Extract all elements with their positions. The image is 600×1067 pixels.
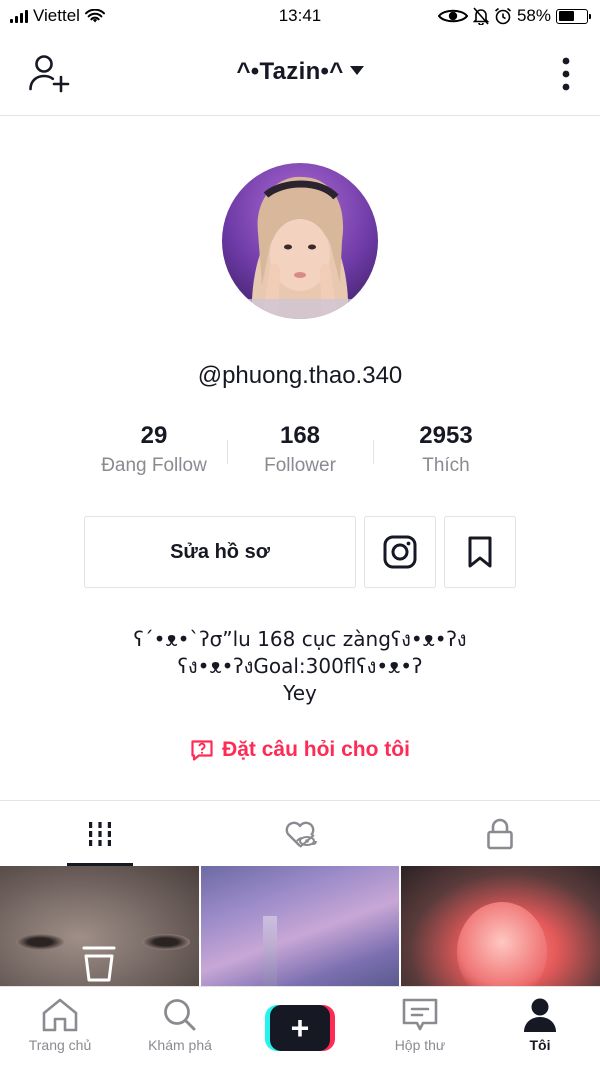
thumbnail-detail — [457, 902, 548, 986]
nav-create[interactable]: + — [240, 987, 360, 1067]
bio-line-3: Yey — [283, 681, 317, 705]
profile-stats: 29 Đang Follow 168 Follower 2953 Thích — [81, 420, 519, 486]
username: @phuong.thao.340 — [197, 362, 403, 389]
thumbnail-detail — [262, 916, 277, 986]
bio-line-2: ʕง•ᴥ•ʔงGoal:300flʕง•ᴥ•ʔ — [177, 654, 423, 678]
tab-videos[interactable] — [0, 801, 200, 866]
edit-profile-button[interactable]: Sửa hồ sơ — [84, 516, 356, 588]
profile-header: ^•Tazin•^ — [0, 32, 600, 116]
inbox-icon — [402, 998, 438, 1031]
private-lock-icon — [487, 818, 513, 849]
instagram-button[interactable] — [364, 516, 436, 588]
status-right: 58% — [437, 6, 591, 26]
instagram-icon — [383, 535, 417, 569]
create-plus-icon: + — [265, 1005, 335, 1051]
nav-home-label: Trang chủ — [28, 1037, 92, 1053]
draft-tray-icon — [82, 946, 116, 982]
battery-icon — [556, 8, 591, 24]
video-thumbnail-3[interactable] — [401, 866, 600, 986]
alarm-icon — [494, 7, 511, 25]
battery-fill — [558, 11, 575, 21]
stat-followers[interactable]: 168 Follower — [227, 420, 373, 486]
avatar[interactable] — [222, 163, 378, 319]
nav-home[interactable]: Trang chủ — [0, 987, 120, 1067]
search-icon — [164, 999, 196, 1031]
nav-discover[interactable]: Khám phá — [120, 987, 240, 1067]
status-bar: Viettel 13:41 58% — [0, 0, 600, 32]
account-name: ^•Tazin•^ — [236, 58, 344, 85]
account-switcher[interactable]: ^•Tazin•^ — [0, 58, 600, 86]
liked-hidden-icon — [285, 821, 317, 848]
bookmark-icon — [468, 536, 492, 568]
signal-icon — [10, 9, 28, 23]
mute-bell-icon — [472, 7, 489, 25]
nav-profile-label: Tôi — [529, 1037, 551, 1053]
followers-count: 168 — [279, 422, 321, 449]
stat-likes[interactable]: 2953 Thích — [373, 420, 519, 486]
ask-question-button[interactable]: Đặt câu hỏi cho tôi — [0, 738, 600, 762]
profile-icon — [524, 998, 556, 1032]
videos-grid-icon — [89, 821, 111, 846]
chevron-down-icon — [349, 66, 364, 76]
thumbnail-detail — [16, 934, 64, 950]
followers-label: Follower — [264, 455, 336, 476]
question-bubble-icon — [191, 740, 213, 761]
stat-following[interactable]: 29 Đang Follow — [81, 420, 227, 486]
wifi-icon — [84, 8, 105, 22]
nav-profile[interactable]: Tôi — [480, 987, 600, 1067]
status-left: Viettel — [10, 6, 105, 26]
profile-bio: ʕ´•ᴥ•`ʔσ”lu 168 cục zàngʕง•ᴥ•ʔง ʕง•ᴥ•ʔงG… — [0, 626, 600, 707]
tab-liked[interactable] — [200, 801, 400, 866]
more-options-icon[interactable] — [560, 56, 572, 92]
likes-label: Thích — [422, 455, 470, 476]
following-count: 29 — [140, 422, 168, 449]
ask-question-label: Đặt câu hỏi cho tôi — [222, 738, 410, 761]
bio-line-1: ʕ´•ᴥ•`ʔσ”lu 168 cục zàngʕง•ᴥ•ʔง — [133, 627, 467, 651]
bottom-nav: Trang chủ Khám phá + Hộp thư Tôi — [0, 986, 600, 1067]
thumbnail-detail — [142, 934, 190, 950]
likes-count: 2953 — [419, 422, 473, 449]
content-tabs — [0, 800, 600, 866]
nav-discover-label: Khám phá — [148, 1037, 212, 1053]
tab-private[interactable] — [400, 801, 600, 866]
following-label: Đang Follow — [101, 455, 207, 476]
avatar-photo — [222, 163, 378, 319]
favorites-button[interactable] — [444, 516, 516, 588]
video-grid — [0, 866, 600, 986]
carrier-name: Viettel — [33, 6, 80, 25]
home-icon — [42, 998, 78, 1032]
video-thumbnail-2[interactable] — [200, 866, 400, 986]
nav-inbox-label: Hộp thư — [394, 1037, 446, 1053]
video-thumbnail-1[interactable] — [0, 866, 199, 986]
nav-inbox[interactable]: Hộp thư — [360, 987, 480, 1067]
eye-icon — [437, 9, 468, 23]
battery-percent: 58% — [516, 6, 551, 25]
